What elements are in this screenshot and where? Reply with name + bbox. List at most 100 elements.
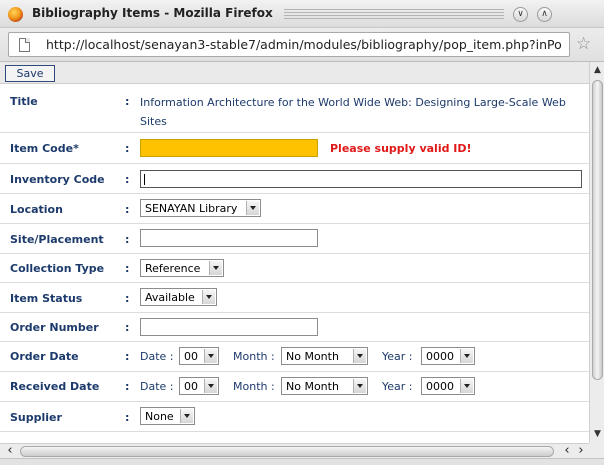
order-date-year-select[interactable]: 0000 xyxy=(421,347,475,365)
location-label: Location xyxy=(10,203,63,216)
save-button[interactable]: Save xyxy=(5,65,55,82)
order-date-year-selected: 0000 xyxy=(426,350,454,363)
bookmark-star-icon[interactable]: ☆ xyxy=(576,34,591,54)
colon: : xyxy=(125,292,130,305)
order-number-input[interactable] xyxy=(140,318,318,336)
order-number-label: Order Number xyxy=(10,321,99,334)
dropdown-arrow-icon xyxy=(353,379,366,393)
firefox-logo-icon xyxy=(8,7,23,22)
colon: : xyxy=(125,411,130,424)
supplier-label: Supplier xyxy=(10,411,62,424)
received-date-day-select[interactable]: 00 xyxy=(179,377,219,395)
colon: : xyxy=(125,203,130,216)
scroll-left-icon[interactable]: ‹ xyxy=(560,444,574,458)
received-date-year-select[interactable]: 0000 xyxy=(421,377,475,395)
item-code-row: Item Code* : Please supply valid ID! xyxy=(0,133,589,164)
location-row: Location : SENAYAN Library xyxy=(0,194,589,224)
location-selected: SENAYAN Library xyxy=(145,202,238,215)
colon: : xyxy=(125,173,130,186)
dropdown-arrow-icon xyxy=(246,201,259,215)
received-date-month-selected: No Month xyxy=(286,380,339,393)
received-date-year-label: Year : xyxy=(382,380,413,393)
save-toolbar: Save xyxy=(0,62,589,84)
order-date-month-select[interactable]: No Month xyxy=(281,347,368,365)
order-date-row: Order Date : Date : 00 Month : No Month … xyxy=(0,342,589,372)
dropdown-arrow-icon xyxy=(460,379,473,393)
titlebar-grip xyxy=(284,9,504,19)
url-bar: http://localhost/senayan3-stable7/admin/… xyxy=(0,28,604,62)
site-placement-row: Site/Placement : xyxy=(0,224,589,254)
dropdown-arrow-icon xyxy=(460,349,473,363)
collection-type-selected: Reference xyxy=(145,262,201,275)
item-status-select[interactable]: Available xyxy=(140,288,217,306)
scroll-up-icon[interactable]: ▲ xyxy=(591,64,604,77)
scroll-down-icon[interactable]: ▼ xyxy=(591,428,604,441)
inventory-code-label: Inventory Code xyxy=(10,173,105,186)
page-icon xyxy=(19,38,30,52)
text-caret xyxy=(144,174,145,185)
order-date-month-label: Month : xyxy=(233,350,275,363)
item-status-selected: Available xyxy=(145,291,195,304)
horizontal-scrollbar[interactable]: ‹ ‹ › xyxy=(0,443,589,458)
supplier-select[interactable]: None xyxy=(140,407,195,425)
scroll-left-icon[interactable]: ‹ xyxy=(3,444,17,458)
supplier-selected: None xyxy=(145,410,174,423)
window-bottom-edge xyxy=(0,458,604,465)
inventory-code-input[interactable] xyxy=(140,170,582,188)
received-date-day-selected: 00 xyxy=(184,380,198,393)
received-date-year-selected: 0000 xyxy=(426,380,454,393)
vertical-scrollbar[interactable]: ▲ ▼ xyxy=(589,62,604,443)
colon: : xyxy=(125,95,130,108)
collection-type-select[interactable]: Reference xyxy=(140,259,224,277)
scrollbar-corner xyxy=(589,443,604,458)
colon: : xyxy=(125,350,130,363)
dropdown-arrow-icon xyxy=(204,349,217,363)
colon: : xyxy=(125,142,130,155)
address-field[interactable]: http://localhost/senayan3-stable7/admin/… xyxy=(8,32,570,57)
item-status-row: Item Status : Available xyxy=(0,283,589,313)
supplier-row: Supplier : None xyxy=(0,402,589,432)
item-code-error: Please supply valid ID! xyxy=(330,142,472,155)
site-placement-input[interactable] xyxy=(140,229,318,247)
order-date-year-label: Year : xyxy=(382,350,413,363)
chevron-up-icon[interactable]: ∧ xyxy=(537,7,552,22)
dropdown-arrow-icon xyxy=(180,409,193,423)
received-date-day-label: Date : xyxy=(140,380,174,393)
colon: : xyxy=(125,233,130,246)
title-value: Information Architecture for the World W… xyxy=(140,96,566,128)
location-select[interactable]: SENAYAN Library xyxy=(140,199,261,217)
dropdown-arrow-icon xyxy=(209,261,222,275)
order-date-month-selected: No Month xyxy=(286,350,339,363)
inventory-code-row: Inventory Code : xyxy=(0,164,589,194)
order-date-day-select[interactable]: 00 xyxy=(179,347,219,365)
item-code-input[interactable] xyxy=(140,139,318,157)
order-number-row: Order Number : xyxy=(0,313,589,342)
item-code-label: Item Code* xyxy=(10,142,79,155)
dropdown-arrow-icon xyxy=(353,349,366,363)
window-titlebar: Bibliography Items - Mozilla Firefox ∨ ∧ xyxy=(0,0,604,28)
received-date-month-select[interactable]: No Month xyxy=(281,377,368,395)
dropdown-arrow-icon xyxy=(204,379,217,393)
horizontal-scroll-thumb[interactable] xyxy=(20,446,554,457)
vertical-scroll-thumb[interactable] xyxy=(592,80,603,380)
order-date-day-selected: 00 xyxy=(184,350,198,363)
colon: : xyxy=(125,262,130,275)
address-text[interactable]: http://localhost/senayan3-stable7/admin/… xyxy=(46,37,568,52)
scroll-right-icon[interactable]: › xyxy=(574,444,588,458)
dropdown-arrow-icon xyxy=(202,290,215,304)
received-date-row: Received Date : Date : 00 Month : No Mon… xyxy=(0,372,589,402)
received-date-month-label: Month : xyxy=(233,380,275,393)
order-date-label: Order Date xyxy=(10,350,79,363)
received-date-label: Received Date xyxy=(10,380,100,393)
collection-type-label: Collection Type xyxy=(10,262,105,275)
item-status-label: Item Status xyxy=(10,292,83,305)
window-title: Bibliography Items - Mozilla Firefox xyxy=(32,6,273,20)
order-date-day-label: Date : xyxy=(140,350,174,363)
title-row: Title : Information Architecture for the… xyxy=(0,84,589,133)
colon: : xyxy=(125,321,130,334)
colon: : xyxy=(125,380,130,393)
collection-type-row: Collection Type : Reference xyxy=(0,254,589,283)
chevron-down-icon[interactable]: ∨ xyxy=(513,7,528,22)
title-label: Title xyxy=(10,95,38,108)
site-placement-label: Site/Placement xyxy=(10,233,104,246)
